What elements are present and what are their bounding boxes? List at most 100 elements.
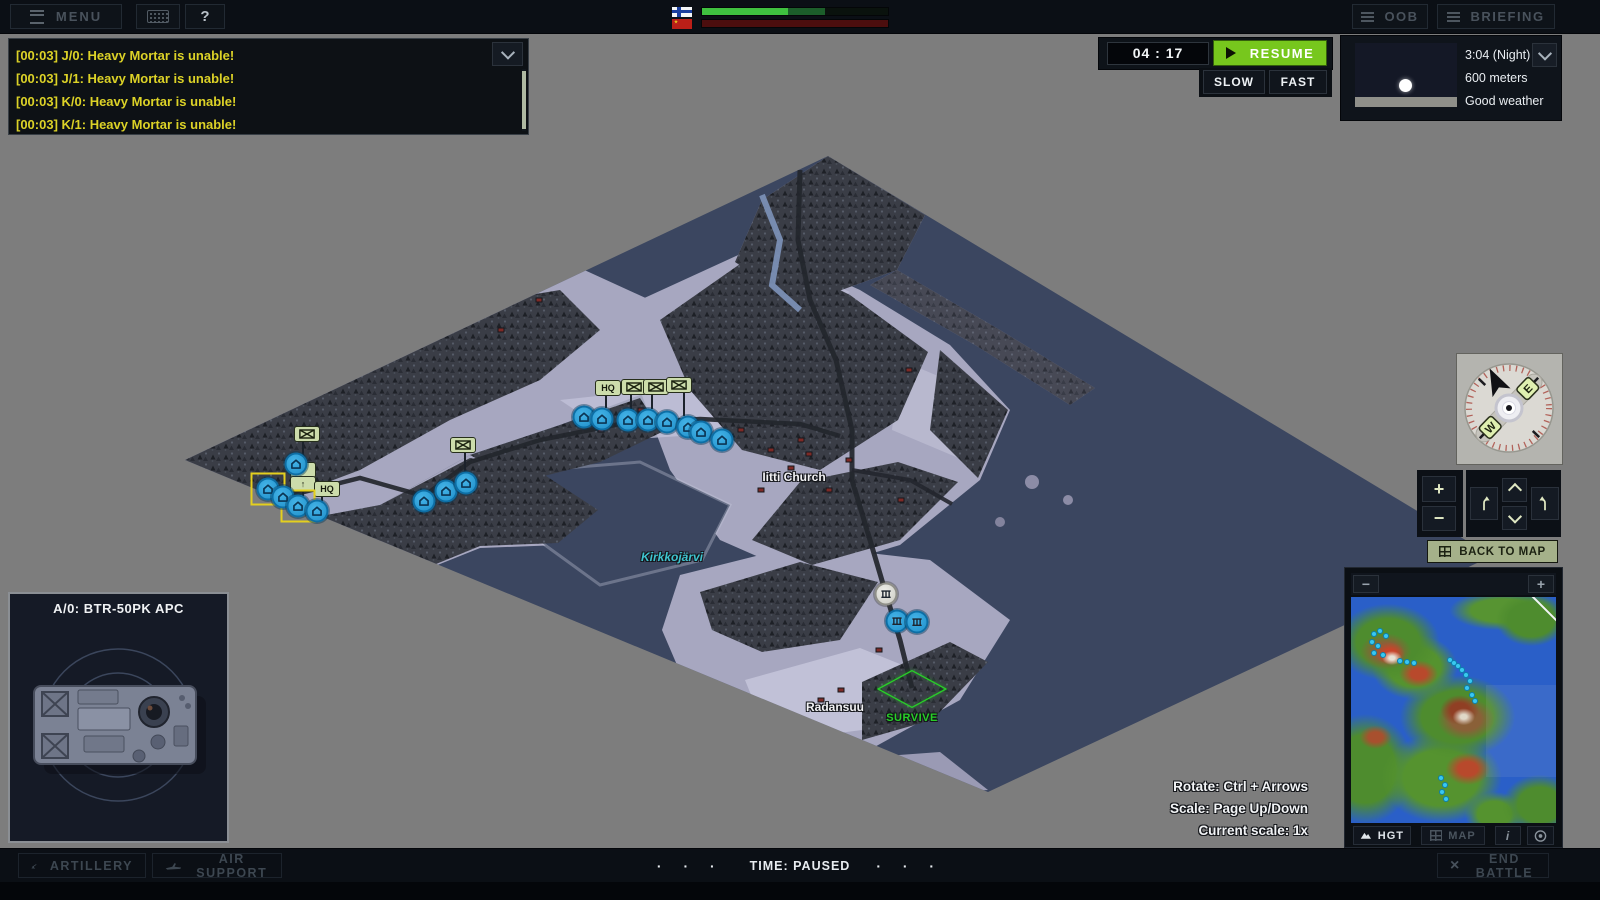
unit-marker-apc[interactable]: [711, 429, 734, 452]
minimap-info-button[interactable]: i: [1495, 826, 1521, 845]
tilt-down-button[interactable]: [1502, 506, 1527, 530]
unit-marker-apc[interactable]: [413, 490, 436, 513]
fast-button[interactable]: FAST: [1269, 70, 1327, 94]
hotkeys-button[interactable]: [136, 4, 180, 29]
minimap-zoom-in-button[interactable]: +: [1528, 575, 1554, 593]
moon-icon: [1399, 79, 1412, 92]
hgt-label: HGT: [1378, 830, 1404, 842]
dots-right: · · ·: [876, 858, 943, 874]
briefing-button[interactable]: BRIEFING: [1437, 4, 1555, 29]
compass-reset-icon: [1534, 829, 1547, 843]
back-to-map-label: BACK TO MAP: [1459, 546, 1545, 558]
unit-marker-apc[interactable]: [656, 411, 679, 434]
visibility: 600 meters: [1465, 67, 1537, 90]
minimap-contact: [1439, 789, 1445, 795]
resume-label: RESUME: [1250, 46, 1315, 61]
finland-flag-icon: [672, 7, 692, 17]
bottom-bar: ARTILLERY AIR SUPPORT · · · TIME: PAUSED…: [0, 848, 1600, 883]
minimap-hgt-button[interactable]: HGT: [1353, 826, 1411, 845]
grid-icon: [1430, 830, 1442, 841]
unit-marker-apc[interactable]: [306, 500, 329, 523]
air-support-button[interactable]: AIR SUPPORT: [152, 853, 282, 878]
minimap-zoom-out-button[interactable]: −: [1353, 575, 1379, 593]
conditions-collapse-button[interactable]: [1532, 43, 1557, 67]
minimap-contact: [1375, 643, 1381, 649]
faction-strength: [672, 6, 902, 29]
zoom-panel: + −: [1417, 470, 1463, 537]
play-icon: [1226, 47, 1236, 59]
artillery-label: ARTILLERY: [50, 859, 133, 873]
minimap-map-button[interactable]: MAP: [1421, 826, 1485, 845]
footer-strip: [0, 882, 1600, 900]
map-label: MAP: [1448, 830, 1475, 842]
unit-marker-transport[interactable]: [875, 583, 898, 606]
enemy-strength-fill: [702, 20, 888, 27]
time-status-label: TIME: PAUSED: [750, 859, 851, 873]
zoom-out-button[interactable]: −: [1422, 506, 1456, 531]
vehicle-sprite: [10, 622, 227, 837]
unit-marker-apc[interactable]: [455, 472, 478, 495]
log-scrollbar-thumb[interactable]: [522, 71, 526, 129]
end-battle-button[interactable]: × END BATTLE: [1437, 853, 1549, 878]
oob-list-icon: [1361, 12, 1374, 22]
log-collapse-button[interactable]: [492, 42, 523, 66]
tilt-up-button[interactable]: [1502, 478, 1527, 502]
oob-button[interactable]: OOB: [1352, 4, 1428, 29]
ground-strip: [1355, 97, 1457, 107]
minimap-contact: [1369, 639, 1375, 645]
back-to-map-button[interactable]: BACK TO MAP: [1427, 540, 1558, 563]
help-line: Rotate: Ctrl + Arrows: [1040, 776, 1308, 798]
soviet-flag-icon: [672, 19, 692, 29]
log-entry: [00:03] K/0: Heavy Mortar is unable!: [16, 90, 488, 113]
unit-marker-apc[interactable]: [285, 453, 308, 476]
minimap-contact: [1371, 631, 1377, 637]
chevron-down-icon: [1507, 510, 1521, 524]
air-support-label: AIR SUPPORT: [195, 852, 269, 880]
compass-dial: E W: [1457, 354, 1560, 462]
apc-icon: [311, 505, 324, 518]
minimap-contact: [1438, 775, 1444, 781]
unit-title: A/0: BTR-50PK APC: [10, 601, 227, 616]
unit-marker-apc[interactable]: [591, 408, 614, 431]
transport-icon: [891, 615, 904, 628]
howitzer-icon: [31, 858, 38, 874]
zoom-in-button[interactable]: +: [1422, 476, 1456, 502]
briefing-label: BRIEFING: [1470, 9, 1544, 24]
minimap-contact: [1397, 658, 1403, 664]
minimap-contact: [1464, 685, 1470, 691]
artillery-button[interactable]: ARTILLERY: [18, 853, 146, 878]
apc-icon: [716, 434, 729, 447]
apc-icon: [661, 416, 674, 429]
sky-preview: [1355, 43, 1457, 107]
message-log-panel: [00:03] J/0: Heavy Mortar is unable! [00:…: [8, 38, 529, 135]
resume-button[interactable]: RESUME: [1213, 40, 1327, 66]
minimap-contact: [1377, 628, 1383, 634]
log-entry: [00:03] J/0: Heavy Mortar is unable!: [16, 44, 488, 67]
unit-marker-apc[interactable]: [690, 421, 713, 444]
rotate-left-button[interactable]: [1470, 487, 1498, 520]
enemy-strength-bar: [701, 19, 889, 28]
minimap-contact: [1371, 650, 1377, 656]
mountain-icon: [1360, 830, 1372, 841]
unit-marker-transport[interactable]: [906, 611, 929, 634]
log-scrollbar[interactable]: [522, 69, 526, 131]
apc-icon: [290, 458, 303, 471]
rotate-right-button[interactable]: [1531, 487, 1559, 520]
hamburger-icon: [30, 10, 44, 24]
chevron-down-icon: [1537, 47, 1551, 61]
apc-icon: [596, 413, 609, 426]
apc-icon: [622, 414, 635, 427]
minimap-contact: [1380, 652, 1386, 658]
minimap-compass-button[interactable]: [1527, 826, 1554, 845]
briefing-list-icon: [1447, 12, 1460, 22]
transport-icon: [880, 588, 893, 601]
menu-button[interactable]: MENU: [10, 4, 122, 29]
minimap-canvas[interactable]: [1351, 597, 1556, 823]
rotate-tilt-panel: [1466, 470, 1561, 537]
minimap-contact: [1463, 672, 1469, 678]
slow-button[interactable]: SLOW: [1203, 70, 1265, 94]
apc-icon: [642, 414, 655, 427]
minimap-contact: [1383, 633, 1389, 639]
minimap-panel: − + HGT MAP i: [1344, 567, 1563, 848]
help-button[interactable]: ?: [185, 4, 225, 29]
